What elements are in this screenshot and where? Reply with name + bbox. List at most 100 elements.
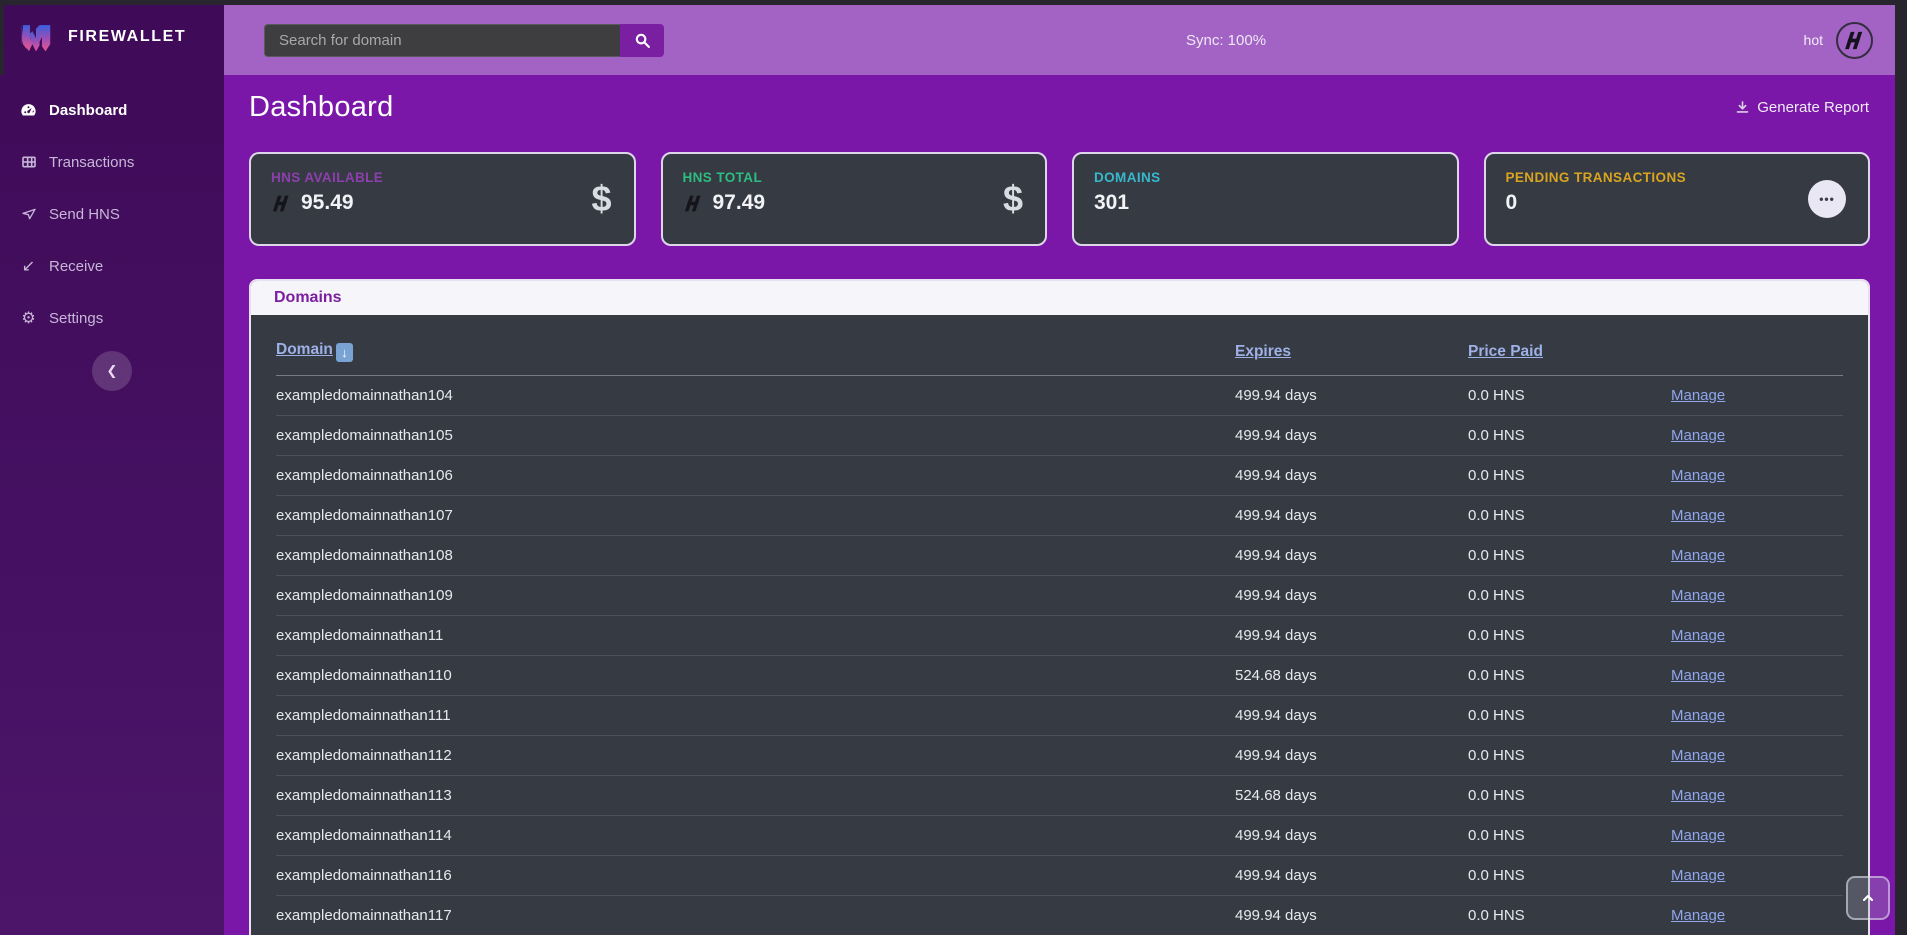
domain-cell: exampledomainnathan113 xyxy=(276,776,1235,816)
manage-link[interactable]: Manage xyxy=(1671,507,1725,524)
dollar-icon: $ xyxy=(1003,178,1023,220)
manage-link[interactable]: Manage xyxy=(1671,427,1725,444)
sidebar-item-send-hns[interactable]: Send HNS xyxy=(0,188,224,240)
table-row: exampledomainnathan104499.94 days0.0 HNS… xyxy=(276,376,1843,416)
wallet-menu[interactable]: hot xyxy=(1804,22,1895,59)
scrollbar-track[interactable] xyxy=(1895,0,1907,935)
manage-link[interactable]: Manage xyxy=(1671,867,1725,884)
domain-cell: exampledomainnathan117 xyxy=(276,896,1235,935)
chevron-left-icon: ❮ xyxy=(107,363,118,379)
manage-link-cell: Manage xyxy=(1671,856,1843,896)
search-input[interactable] xyxy=(264,24,620,57)
table-row: exampledomainnathan11499.94 days0.0 HNSM… xyxy=(276,616,1843,656)
card-value: 97.49 xyxy=(683,191,1026,215)
column-header-price-paid[interactable]: Price Paid xyxy=(1468,343,1543,360)
column-header-expires[interactable]: Expires xyxy=(1235,343,1291,360)
manage-link-cell: Manage xyxy=(1671,816,1843,856)
manage-link[interactable]: Manage xyxy=(1671,467,1725,484)
sidebar-item-settings[interactable]: ⚙ Settings xyxy=(0,292,224,344)
manage-link-cell: Manage xyxy=(1671,376,1843,416)
card-hns-total: HNS TOTAL 97.49 $ xyxy=(661,152,1048,246)
search-button[interactable] xyxy=(620,24,664,57)
manage-link-cell: Manage xyxy=(1671,536,1843,576)
table-row: exampledomainnathan113524.68 days0.0 HNS… xyxy=(276,776,1843,816)
card-label: HNS AVAILABLE xyxy=(271,170,614,185)
manage-link[interactable]: Manage xyxy=(1671,387,1725,404)
scroll-to-top-button[interactable] xyxy=(1846,876,1890,920)
manage-link[interactable]: Manage xyxy=(1671,827,1725,844)
manage-link-cell: Manage xyxy=(1671,656,1843,696)
table-row: exampledomainnathan106499.94 days0.0 HNS… xyxy=(276,456,1843,496)
price-paid-cell: 0.0 HNS xyxy=(1468,816,1671,856)
domains-table: Domain↓ Expires Price Paid exampledomain… xyxy=(276,321,1843,935)
manage-link[interactable]: Manage xyxy=(1671,787,1725,804)
sidebar-item-receive[interactable]: ↙ Receive xyxy=(0,240,224,292)
card-label: DOMAINS xyxy=(1094,170,1437,185)
card-hns-available: HNS AVAILABLE 95.49 $ xyxy=(249,152,636,246)
main-content: Dashboard Generate Report HNS AVAILABLE xyxy=(224,75,1895,935)
paper-plane-icon xyxy=(19,206,38,222)
manage-link[interactable]: Manage xyxy=(1671,627,1725,644)
sidebar-item-dashboard[interactable]: Dashboard xyxy=(0,84,224,136)
sidebar: FIREWALLET Dashboard Transactions xyxy=(0,5,224,935)
table-row: exampledomainnathan117499.94 days0.0 HNS… xyxy=(276,896,1843,935)
domain-cell: exampledomainnathan106 xyxy=(276,456,1235,496)
domain-search xyxy=(264,24,664,57)
chevron-up-icon xyxy=(1860,890,1876,906)
expires-cell: 499.94 days xyxy=(1235,416,1468,456)
domain-cell: exampledomainnathan109 xyxy=(276,576,1235,616)
expires-cell: 499.94 days xyxy=(1235,496,1468,536)
sidebar-nav: Dashboard Transactions Send HNS ↙ Receiv… xyxy=(0,74,224,344)
expires-cell: 499.94 days xyxy=(1235,456,1468,496)
ellipsis-icon[interactable]: ••• xyxy=(1808,180,1846,218)
price-paid-cell: 0.0 HNS xyxy=(1468,736,1671,776)
manage-link[interactable]: Manage xyxy=(1671,547,1725,564)
sidebar-item-transactions[interactable]: Transactions xyxy=(0,136,224,188)
manage-link[interactable]: Manage xyxy=(1671,667,1725,684)
handshake-icon[interactable] xyxy=(1836,22,1873,59)
gear-icon: ⚙ xyxy=(19,308,38,328)
manage-link-cell: Manage xyxy=(1671,616,1843,656)
receive-arrow-icon: ↙ xyxy=(19,256,38,276)
domain-cell: exampledomainnathan111 xyxy=(276,696,1235,736)
manage-link[interactable]: Manage xyxy=(1671,587,1725,604)
domains-panel-body: Domain↓ Expires Price Paid exampledomain… xyxy=(251,315,1868,935)
manage-link[interactable]: Manage xyxy=(1671,907,1725,924)
sort-down-icon[interactable]: ↓ xyxy=(336,343,353,362)
manage-link-cell: Manage xyxy=(1671,456,1843,496)
domains-table-body: exampledomainnathan104499.94 days0.0 HNS… xyxy=(276,376,1843,935)
price-paid-cell: 0.0 HNS xyxy=(1468,776,1671,816)
manage-link[interactable]: Manage xyxy=(1671,707,1725,724)
table-icon xyxy=(19,154,38,170)
manage-link-cell: Manage xyxy=(1671,776,1843,816)
card-value: 95.49 xyxy=(271,191,614,215)
expires-cell: 499.94 days xyxy=(1235,856,1468,896)
price-paid-cell: 0.0 HNS xyxy=(1468,656,1671,696)
card-domains: DOMAINS 301 xyxy=(1072,152,1459,246)
manage-link-cell: Manage xyxy=(1671,416,1843,456)
column-header-domain[interactable]: Domain xyxy=(276,341,333,358)
stat-number: 0 xyxy=(1506,191,1518,215)
generate-report-button[interactable]: Generate Report xyxy=(1735,99,1869,116)
manage-link-cell: Manage xyxy=(1671,896,1843,935)
expires-cell: 499.94 days xyxy=(1235,536,1468,576)
domain-cell: exampledomainnathan114 xyxy=(276,816,1235,856)
sidebar-item-label: Transactions xyxy=(49,154,134,171)
search-icon xyxy=(634,32,651,49)
sidebar-item-label: Receive xyxy=(49,258,103,275)
expires-cell: 499.94 days xyxy=(1235,696,1468,736)
sidebar-collapse-button[interactable]: ❮ xyxy=(92,351,132,391)
domain-cell: exampledomainnathan107 xyxy=(276,496,1235,536)
brand[interactable]: FIREWALLET xyxy=(0,5,224,74)
card-label: HNS TOTAL xyxy=(683,170,1026,185)
manage-link-cell: Manage xyxy=(1671,696,1843,736)
manage-link[interactable]: Manage xyxy=(1671,747,1725,764)
table-row: exampledomainnathan112499.94 days0.0 HNS… xyxy=(276,736,1843,776)
table-header-row: Domain↓ Expires Price Paid xyxy=(276,321,1843,376)
domains-panel-title: Domains xyxy=(251,281,1868,315)
domain-cell: exampledomainnathan108 xyxy=(276,536,1235,576)
domain-cell: exampledomainnathan112 xyxy=(276,736,1235,776)
sidebar-item-label: Settings xyxy=(49,310,103,327)
table-row: exampledomainnathan108499.94 days0.0 HNS… xyxy=(276,536,1843,576)
card-value: 0 xyxy=(1506,191,1849,215)
